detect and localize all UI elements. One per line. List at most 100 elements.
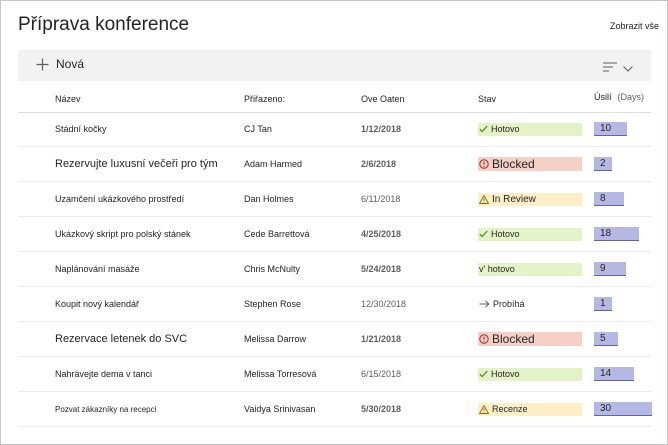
warning-icon [479,194,492,204]
task-assignee: Dan Holmes [244,194,294,204]
task-effort: 18 [594,217,639,251]
task-name[interactable]: Uzamčení ukázkového prostředí [55,182,184,216]
column-header-effort-label: Úsilí [594,92,612,102]
view-options-button[interactable] [603,59,633,77]
column-header-effort[interactable]: Úsilí (Days) [594,92,644,102]
table-row[interactable]: Rezervace letenek do SVC Melissa Darrow 1/… [18,322,651,357]
task-due-date: 1/21/2018 [361,334,402,344]
status-text: Blocked [492,332,535,346]
task-due-date: 4/25/2018 [361,229,402,239]
check-icon [479,230,491,238]
effort-bar: 30 [594,402,652,416]
task-due-date: 2/6/2018 [361,159,397,169]
table-row[interactable]: Nahrávejte dema v tanci Melissa Torresová… [18,357,651,392]
status-text: Hotovo [491,229,520,239]
task-status: v' hotovo [478,252,582,286]
task-assignee: Melissa Darrow [244,334,307,344]
show-all-link[interactable]: Zobrazit vše [610,21,659,31]
status-badge: Hotovo [478,367,582,381]
status-badge: Blocked [478,332,582,346]
task-status: In Review [478,182,582,216]
status-text: v' hotovo [479,264,515,274]
arrow-right-icon [479,300,493,308]
effort-bar: 14 [594,367,634,381]
task-assignee: Cede Barrettová [244,229,310,239]
task-due-date: 6/11/2018 [361,194,401,204]
task-assignee: CJ Tan [244,124,272,134]
status-badge: In Review [478,192,582,206]
task-name[interactable]: Naplánování masáže [55,252,140,286]
status-text: In Review [492,193,536,205]
warning-icon [479,404,492,414]
chevron-down-icon [623,59,633,77]
table-row[interactable]: Naplánování masáže Chris McNulty 5/24/2018… [18,252,651,287]
status-badge: Recenze [478,402,582,416]
status-badge: v' hotovo [478,262,582,276]
command-bar: Nová [18,50,651,81]
status-text: Hotovo [491,124,520,134]
column-header-row: Název Přiřazeno: Ove Oaten Stav Úsilí (Da… [18,85,651,113]
status-text: Blocked [492,157,535,171]
list-window: Příprava konference Zobrazit vše Nová Ná… [0,0,668,445]
task-assignee: Vaidya Srinivasan [244,404,316,414]
task-name[interactable]: Rezervujte luxusní večeři pro tým [55,147,218,181]
status-badge: Probíhá [478,298,582,311]
task-status: Hotovo [478,217,582,251]
table-row[interactable]: Pozvat zákazníky na recepci Vaidya Sriniv… [18,392,652,427]
column-header-effort-unit: (Days) [617,92,645,102]
task-name[interactable]: Pozvat zákazníky na recepci [55,392,156,426]
task-name[interactable]: Stádní kočky [55,112,107,146]
column-header-name[interactable]: Název [55,94,81,104]
task-assignee: Stephen Rose [244,299,302,309]
task-name[interactable]: Nahrávejte dema v tanci [55,357,152,391]
effort-bar: 10 [594,122,627,136]
task-effort: 5 [594,322,618,356]
task-effort: 30 [594,392,652,426]
task-effort: 9 [594,252,626,286]
column-header-status[interactable]: Stav [478,94,496,104]
status-badge: Blocked [478,157,582,171]
task-status: Hotovo [478,112,582,146]
task-assignee: Chris McNulty [244,264,301,274]
task-due-date: 5/24/2018 [361,264,402,274]
page-title: Příprava konference [18,14,190,35]
task-due-date: 1/12/2018 [361,124,402,134]
task-status: Recenze [478,392,582,426]
table-row[interactable]: Koupit nový kalendář Stephen Rose 12/30/20… [18,287,651,322]
task-effort: 8 [594,182,624,216]
effort-bar: 5 [594,332,618,346]
task-status: Hotovo [478,357,582,391]
effort-bar: 9 [594,262,626,276]
task-effort: 1 [594,287,612,321]
blocked-icon [479,159,492,169]
status-text: Hotovo [491,369,520,379]
effort-bar: 1 [594,297,612,311]
task-due-date: 5/30/2018 [361,404,402,414]
task-name[interactable]: Rezervace letenek do SVC [55,322,187,356]
task-status: Probíhá [478,287,582,321]
task-status: Blocked [478,147,582,181]
view-lines-icon [603,59,617,77]
table-row[interactable]: Ukázkový skript pro polský stánek Cede Ba… [18,217,651,252]
task-name[interactable]: Ukázkový skript pro polský stánek [55,217,191,251]
status-badge: Hotovo [478,227,582,241]
task-effort: 10 [594,112,627,146]
task-name[interactable]: Koupit nový kalendář [55,287,139,321]
table-row[interactable]: Rezervujte luxusní večeři pro tým Adam Ha… [18,147,651,182]
new-item-label: Nová [56,57,85,71]
effort-bar: 2 [594,157,612,171]
table-row[interactable]: Uzamčení ukázkového prostředí Dan Holmes 6… [18,182,651,217]
plus-icon [36,58,49,71]
blocked-icon [479,334,492,344]
task-assignee: Melissa Torresová [244,369,317,379]
task-due-date: 12/30/2018 [361,299,407,309]
column-header-due[interactable]: Ove Oaten [361,94,405,104]
task-due-date: 6/15/2018 [361,369,402,379]
effort-bar: 8 [594,192,624,206]
check-icon [479,125,491,133]
status-text: Probíhá [493,299,525,309]
status-badge: Hotovo [478,122,582,136]
new-item-button[interactable]: Nová [36,57,84,71]
column-header-assigned[interactable]: Přiřazeno: [244,94,285,104]
table-row[interactable]: Stádní kočky CJ Tan 1/12/2018 Hotovo 10 [18,112,651,147]
